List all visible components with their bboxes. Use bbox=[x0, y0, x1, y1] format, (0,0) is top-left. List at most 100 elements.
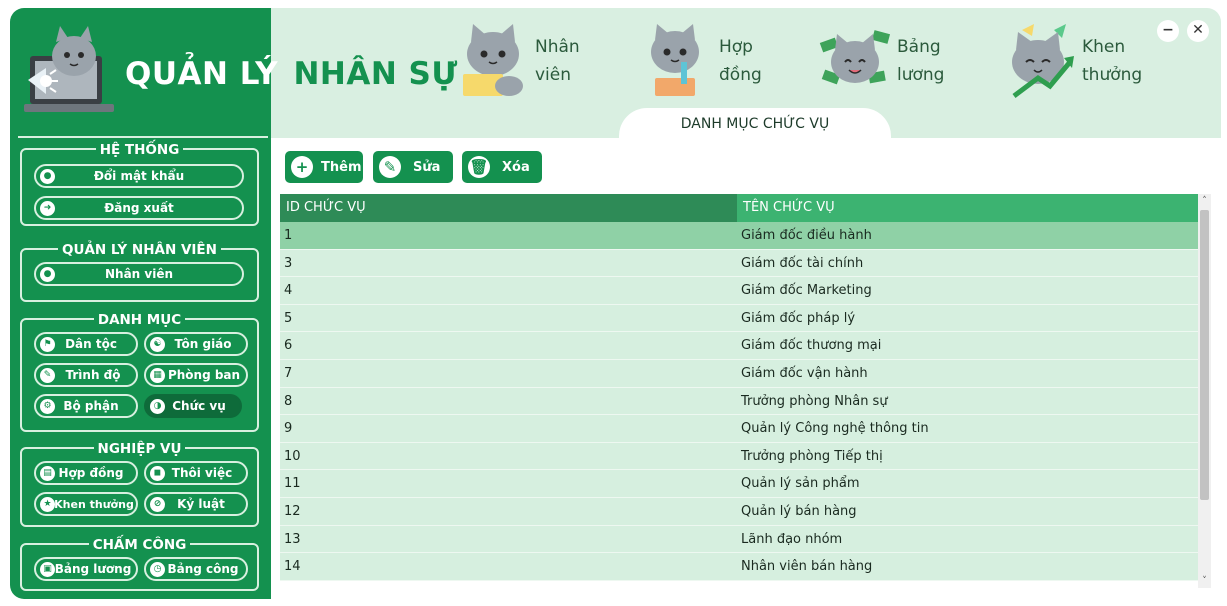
cell-position-name: Giám đốc pháp lý bbox=[741, 310, 856, 326]
cell-id: 1 bbox=[284, 228, 293, 243]
close-button[interactable]: ✕ bbox=[1187, 20, 1209, 42]
building-icon: ▦ bbox=[150, 368, 165, 383]
group-system-title: HỆ THỐNG bbox=[95, 142, 184, 158]
warning-icon: ⊘ bbox=[150, 497, 165, 512]
plus-icon: + bbox=[291, 156, 313, 178]
nav-payroll[interactable]: Bảng lương bbox=[819, 22, 967, 100]
gear-icon: ⚙ bbox=[40, 399, 55, 414]
group-system: HỆ THỐNG ● Đổi mật khẩu ➜ Đăng xuất bbox=[20, 142, 259, 226]
cell-id: 4 bbox=[284, 283, 293, 299]
table-row[interactable]: 7 Giám đốc vận hành bbox=[280, 359, 1198, 388]
attendance-button[interactable]: ◷ Bảng công bbox=[144, 557, 248, 581]
table-row[interactable]: 12 Quản lý bán hàng bbox=[280, 497, 1198, 526]
reward-label: Khen thưởng bbox=[54, 497, 134, 511]
ethnicity-button[interactable]: ⚑ Dân tộc bbox=[34, 332, 138, 356]
religion-label: Tôn giáo bbox=[174, 337, 232, 351]
column-header-id[interactable]: ID CHỨC VỤ bbox=[280, 194, 737, 222]
nav-contracts[interactable]: Hợp đồng bbox=[641, 22, 789, 100]
attendance-label: Bảng công bbox=[167, 562, 239, 576]
table-row[interactable]: 4 Giám đốc Marketing bbox=[280, 277, 1198, 305]
employees-button[interactable]: ● Nhân viên bbox=[34, 262, 244, 286]
vertical-scrollbar[interactable]: ˄ ˅ bbox=[1198, 194, 1211, 588]
position-label: Chức vụ bbox=[172, 399, 226, 413]
delete-button[interactable]: 🗑 Xóa bbox=[462, 151, 542, 183]
religion-button[interactable]: ☯ Tôn giáo bbox=[144, 332, 248, 356]
scroll-up-icon[interactable]: ˄ bbox=[1198, 194, 1211, 208]
app-title: QUẢN LÝ NHÂN SỰ bbox=[125, 56, 458, 92]
cell-position-name: Trưởng phòng Nhân sự bbox=[741, 393, 888, 409]
clock-icon: ◷ bbox=[150, 562, 165, 577]
nav-payroll-line2: lương bbox=[897, 65, 945, 85]
app-window: QUẢN LÝ NHÂN SỰ HỆ THỐNG ● Đổi mật khẩu … bbox=[10, 8, 1221, 599]
scroll-down-icon[interactable]: ˅ bbox=[1198, 574, 1211, 588]
resignation-button[interactable]: ◼ Thôi việc bbox=[144, 461, 248, 485]
cell-id: 8 bbox=[284, 393, 293, 409]
logout-button[interactable]: ➜ Đăng xuất bbox=[34, 196, 244, 220]
cell-id: 14 bbox=[284, 559, 301, 575]
table-row[interactable]: 9 Quản lý Công nghệ thông tin bbox=[280, 415, 1198, 443]
section-tab: DANH MỤC CHỨC VỤ bbox=[619, 108, 891, 142]
table-row[interactable]: 14 Nhân viên bán hàng bbox=[280, 553, 1198, 581]
group-timekeeping: CHẤM CÔNG ▣ Bảng lương ◷ Bảng công bbox=[20, 537, 259, 591]
payroll-button[interactable]: ▣ Bảng lương bbox=[34, 557, 138, 581]
table-row[interactable]: 1 Giám đốc điều hành bbox=[280, 222, 1198, 250]
nav-rewards[interactable]: Khen thưởng bbox=[1004, 22, 1152, 100]
cell-position-name: Giám đốc điều hành bbox=[741, 228, 872, 243]
nav-rewards-line1: Khen bbox=[1082, 37, 1126, 57]
cell-id: 11 bbox=[284, 476, 301, 492]
cell-position-name: Lãnh đạo nhóm bbox=[741, 531, 843, 547]
nav-employees-line1: Nhân bbox=[535, 37, 580, 57]
employees-label: Nhân viên bbox=[104, 267, 174, 281]
group-business: NGHIỆP VỤ ▤ Hợp đồng ◼ Thôi việc ★ Khen … bbox=[20, 441, 259, 527]
logout-label: Đăng xuất bbox=[104, 201, 174, 215]
positions-table: ID CHỨC VỤ TÊN CHỨC VỤ 1 Giám đốc điều hà… bbox=[280, 194, 1198, 588]
contract-button[interactable]: ▤ Hợp đồng bbox=[34, 461, 138, 485]
department-button[interactable]: ▦ Phòng ban bbox=[144, 363, 248, 387]
scroll-thumb[interactable] bbox=[1200, 210, 1209, 500]
add-button[interactable]: + Thêm bbox=[285, 151, 363, 183]
position-button[interactable]: ◑ Chức vụ bbox=[144, 394, 242, 418]
edit-button[interactable]: ✎ Sửa bbox=[373, 151, 453, 183]
user-icon: ● bbox=[40, 267, 55, 282]
delete-label: Xóa bbox=[502, 159, 530, 175]
cat-logo-icon bbox=[24, 26, 114, 112]
group-business-title: NGHIỆP VỤ bbox=[93, 441, 186, 457]
table-row[interactable]: 6 Giám đốc thương mại bbox=[280, 332, 1198, 360]
cell-position-name: Nhân viên bán hàng bbox=[741, 559, 873, 575]
group-catalog-title: DANH MỤC bbox=[93, 312, 186, 328]
minimize-button[interactable]: − bbox=[1157, 20, 1179, 42]
resignation-label: Thôi việc bbox=[171, 466, 233, 480]
table-row[interactable]: 8 Trưởng phòng Nhân sự bbox=[280, 387, 1198, 416]
ethnicity-label: Dân tộc bbox=[65, 337, 117, 351]
group-catalog: DANH MỤC ⚑ Dân tộc ☯ Tôn giáo ✎ Trình độ… bbox=[20, 312, 259, 432]
add-label: Thêm bbox=[321, 159, 362, 175]
trash-icon: 🗑 bbox=[468, 156, 490, 178]
app-title-part1: QUẢN LÝ bbox=[125, 56, 279, 92]
change-password-button[interactable]: ● Đổi mật khẩu bbox=[34, 164, 244, 188]
table-row[interactable]: 10 Trưởng phòng Tiếp thị bbox=[280, 442, 1198, 471]
cat-money-icon bbox=[819, 30, 891, 85]
division-button[interactable]: ⚙ Bộ phận bbox=[34, 394, 138, 418]
medal-icon: ★ bbox=[40, 497, 55, 512]
table-row[interactable]: 11 Quản lý sản phẩm bbox=[280, 470, 1198, 498]
cell-id: 6 bbox=[284, 338, 293, 354]
edit-label: Sửa bbox=[413, 159, 441, 175]
education-button[interactable]: ✎ Trình độ bbox=[34, 363, 138, 387]
reward-button[interactable]: ★ Khen thưởng bbox=[34, 492, 138, 516]
group-employee-title: QUẢN LÝ NHÂN VIÊN bbox=[58, 242, 221, 258]
logout-icon: ➜ bbox=[40, 201, 55, 216]
table-row[interactable]: 5 Giám đốc pháp lý bbox=[280, 304, 1198, 333]
change-password-label: Đổi mật khẩu bbox=[93, 169, 185, 183]
cell-id: 9 bbox=[284, 421, 293, 437]
group-employee: QUẢN LÝ NHÂN VIÊN ● Nhân viên bbox=[20, 242, 259, 302]
discipline-button[interactable]: ⊘ Kỷ luật bbox=[144, 492, 248, 516]
table-row[interactable]: 13 Lãnh đạo nhóm bbox=[280, 525, 1198, 554]
sidebar-divider bbox=[18, 136, 268, 138]
sidebar: QUẢN LÝ NHÂN SỰ HỆ THỐNG ● Đổi mật khẩu … bbox=[10, 8, 457, 599]
column-header-name[interactable]: TÊN CHỨC VỤ bbox=[737, 194, 1198, 222]
cell-position-name: Quản lý Công nghệ thông tin bbox=[741, 421, 929, 437]
table-row[interactable]: 3 Giám đốc tài chính bbox=[280, 249, 1198, 278]
cell-position-name: Giám đốc Marketing bbox=[741, 283, 872, 299]
education-label: Trình độ bbox=[65, 368, 121, 382]
nav-employees[interactable]: Nhân viên bbox=[457, 22, 605, 100]
